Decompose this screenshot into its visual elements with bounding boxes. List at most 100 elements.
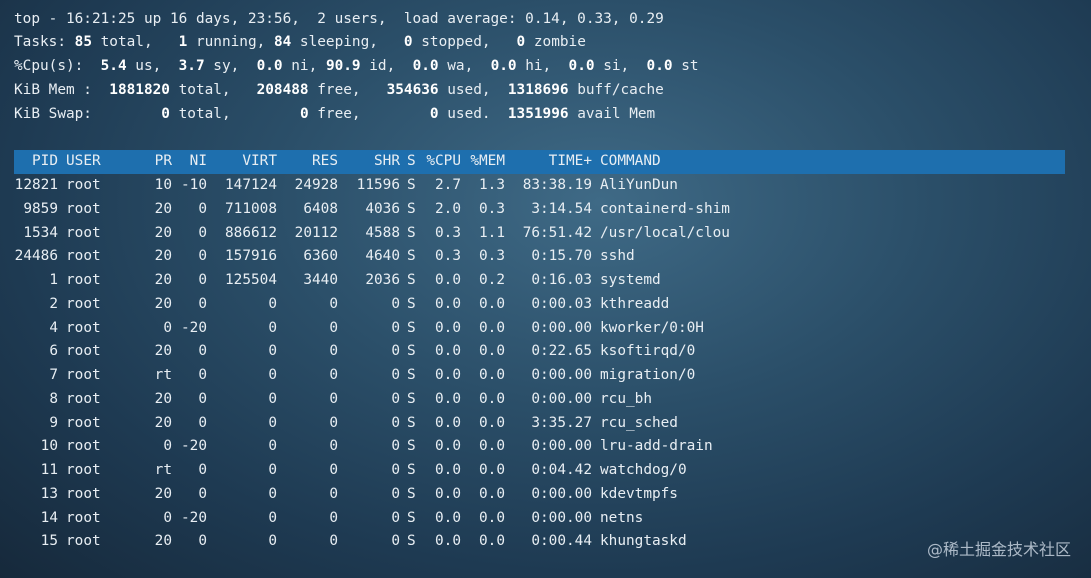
process-pr-cell: 20 [154,533,172,550]
process-s-cell: S [407,295,416,312]
process-row[interactable]: 4 root 0 -20 0 0 0 S 0.0 0.0 0:00.00 kworker/0:0H [14,317,1065,341]
process-command-cell: khungtaskd [600,533,687,550]
process-cpu-cell: 2.0 [435,200,461,217]
process-row[interactable]: 13 root 20 0 0 0 0 S 0.0 0.0 0:00.00 kdevtmpfs [14,483,1065,507]
process-row[interactable]: 9859 root 20 0 711008 6408 4036 S 2.0 0.3 3:14.54 c… [14,198,1065,222]
process-cpu-cell: 0.0 [435,390,461,407]
process-shr-cell: 0 [391,390,400,407]
process-time-cell: 3:14.54 [531,200,592,217]
process-pr-cell: 0 [163,509,172,526]
process-row[interactable]: 24486 root 20 0 157916 6360 4640 S 0.3 0.3 0:15.70… [14,245,1065,269]
process-row[interactable]: 14 root 0 -20 0 0 0 S 0.0 0.0 0:00.00 netns [14,507,1065,531]
header-cpu-cell: %CPU [426,153,461,169]
process-time-cell: 0:00.00 [531,485,592,502]
process-mem-cell: 0.0 [479,485,505,502]
process-row[interactable]: 1 root 20 0 125504 3440 2036 S 0.0 0.2 0:16.03 syst… [14,269,1065,293]
process-pr-cell: 20 [154,295,172,312]
process-command-cell: kdevtmpfs [600,485,678,502]
process-command-cell: containerd-shim [600,200,730,217]
process-virt-cell: 125504 [225,272,277,288]
process-ni-cell: 0 [198,224,207,241]
terminal-window[interactable]: top - 16:21:25 up 16 days, 23:56, 2 user… [0,0,1091,578]
process-pid-cell: 9859 [23,200,58,217]
process-time-cell: 0:16.03 [531,272,592,288]
process-s-cell: S [407,319,416,336]
process-res-cell: 20112 [294,224,338,241]
process-res-cell: 6408 [303,200,338,217]
process-ni-cell: -20 [181,509,207,526]
process-cpu-cell: 0.0 [435,485,461,502]
process-mem-cell: 0.3 [479,248,505,265]
process-res-cell: 0 [329,485,338,502]
process-time-cell: 83:38.19 [522,177,592,193]
process-pr-cell: 20 [154,224,172,241]
process-command-cell: sshd [600,248,635,265]
process-user-cell: root [66,438,101,455]
process-s-cell: S [407,438,416,455]
process-user-cell: root [66,177,101,193]
process-ni-cell: 0 [198,485,207,502]
process-time-cell: 0:00.44 [531,533,592,550]
process-command-cell: systemd [600,272,661,288]
process-cpu-cell: 0.0 [435,438,461,455]
process-shr-cell: 0 [391,367,400,383]
header-command-cell: COMMAND [600,153,661,169]
process-time-cell: 0:00.00 [531,319,592,336]
process-row[interactable]: 6 root 20 0 0 0 0 S 0.0 0.0 0:22.65 ksoftirqd/0 [14,340,1065,364]
process-shr-cell: 11596 [356,177,400,193]
header-pr-cell: PR [154,153,172,169]
process-res-cell: 0 [329,414,338,431]
process-mem-cell: 0.3 [479,200,505,217]
process-row[interactable]: 7 root rt 0 0 0 0 S 0.0 0.0 0:00.00 migration/0 [14,364,1065,388]
process-s-cell: S [407,390,416,407]
process-pid-cell: 24486 [14,248,58,265]
process-user-cell: root [66,319,101,336]
process-time-cell: 3:35.27 [531,414,592,431]
process-row[interactable]: 1534 root 20 0 886612 20112 4588 S 0.3 1.1 76:51.4… [14,222,1065,246]
process-res-cell: 0 [329,509,338,526]
process-mem-cell: 0.0 [479,390,505,407]
process-ni-cell: 0 [198,414,207,431]
process-pr-cell: 20 [154,200,172,217]
process-mem-cell: 0.0 [479,509,505,526]
process-pid-cell: 4 [49,319,58,336]
process-virt-cell: 711008 [225,200,277,217]
process-ni-cell: 0 [198,533,207,550]
process-s-cell: S [407,248,416,265]
process-virt-cell: 0 [268,414,277,431]
header-time-cell: TIME+ [548,153,592,169]
process-s-cell: S [407,462,416,478]
process-pid-cell: 15 [40,533,58,550]
process-row[interactable]: 11 root rt 0 0 0 0 S 0.0 0.0 0:04.42 watchdog/0 [14,459,1065,483]
process-pid-cell: 12821 [14,177,58,193]
cpu-line: %Cpu(s): 5.4 us, 3.7 sy, 0.0 ni, 90.9 id… [14,58,699,74]
process-pid-cell: 8 [49,390,58,407]
process-command-cell: kthreadd [600,295,670,312]
process-time-cell: 0:00.00 [531,367,592,383]
process-pid-cell: 1534 [23,224,58,241]
process-command-cell: AliYunDun [600,177,678,193]
process-row[interactable]: 12821 root 10 -10 147124 24928 11596 S 2.7 1.3 83:… [14,174,1065,198]
process-ni-cell: 0 [198,343,207,360]
process-cpu-cell: 0.0 [435,295,461,312]
process-time-cell: 0:00.03 [531,295,592,312]
process-user-cell: root [66,200,101,217]
process-mem-cell: 1.3 [479,177,505,193]
process-row[interactable]: 9 root 20 0 0 0 0 S 0.0 0.0 3:35.27 rcu_sched [14,412,1065,436]
process-row[interactable]: 2 root 20 0 0 0 0 S 0.0 0.0 0:00.03 kthreadd [14,293,1065,317]
process-time-cell: 0:00.00 [531,390,592,407]
process-virt-cell: 0 [268,462,277,478]
process-s-cell: S [407,367,416,383]
process-cpu-cell: 0.0 [435,462,461,478]
process-pid-cell: 11 [40,462,58,478]
process-row[interactable]: 15 root 20 0 0 0 0 S 0.0 0.0 0:00.44 khungtaskd [14,530,1065,554]
process-mem-cell: 0.2 [479,272,505,288]
process-row[interactable]: 10 root 0 -20 0 0 0 S 0.0 0.0 0:00.00 lru-add-drain [14,435,1065,459]
process-shr-cell: 0 [391,533,400,550]
process-row[interactable]: 8 root 20 0 0 0 0 S 0.0 0.0 0:00.00 rcu_bh [14,388,1065,412]
process-time-cell: 0:00.00 [531,438,592,455]
process-pr-cell: 20 [154,272,172,288]
process-ni-cell: -20 [181,438,207,455]
process-cpu-cell: 0.0 [435,414,461,431]
process-s-cell: S [407,509,416,526]
